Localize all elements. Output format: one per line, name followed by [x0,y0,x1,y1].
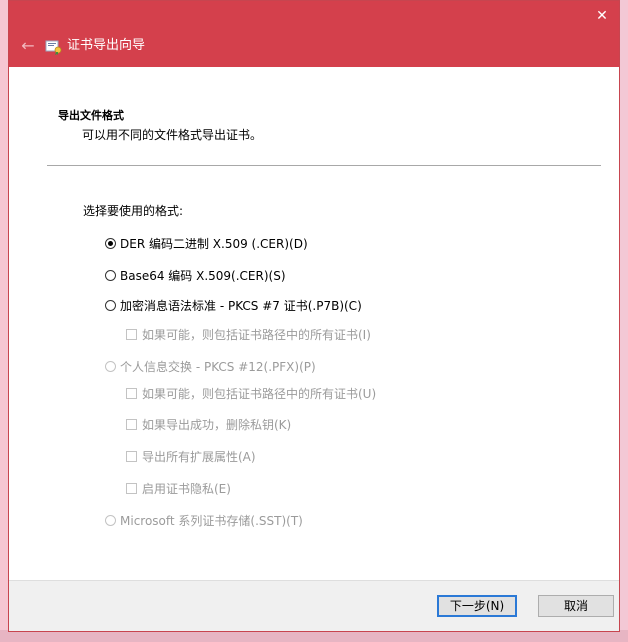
format-prompt: 选择要使用的格式: [83,204,184,218]
desktop-background-left [0,0,8,642]
certificate-export-wizard-window: ✕ ← 证书导出向导 导出文件格式 可以用不同的文件格式导出证书。 选择要使用的… [8,0,620,632]
radio-base64-label: Base64 编码 X.509(.CER)(S) [120,269,286,283]
title-bar: ✕ ← 证书导出向导 [9,1,619,67]
section-title: 导出文件格式 [58,109,124,122]
checkbox-pfx-include-all-label: 如果可能，则包括证书路径中的所有证书(U) [142,387,377,401]
checkbox-pfx-delete-key-label: 如果导出成功，删除私钥(K) [142,418,292,432]
radio-pkcs7[interactable] [105,300,116,311]
radio-sst-label: Microsoft 系列证书存储(.SST)(T) [120,514,303,528]
back-button[interactable]: ← [17,35,39,57]
checkbox-pkcs7-include-all [126,329,137,340]
checkbox-option-pfx-delete-key: 如果导出成功，删除私钥(K) [126,416,291,433]
checkbox-pfx-export-ext-label: 导出所有扩展属性(A) [142,450,256,464]
radio-pfx-label: 个人信息交换 - PKCS #12(.PFX)(P) [120,360,316,374]
close-button[interactable]: ✕ [591,5,613,27]
checkbox-pfx-export-ext [126,451,137,462]
checkbox-option-pfx-enable-privacy: 启用证书隐私(E) [126,480,231,497]
radio-option-pfx: 个人信息交换 - PKCS #12(.PFX)(P) [105,358,316,375]
radio-base64[interactable] [105,270,116,281]
checkbox-pfx-include-all [126,388,137,399]
window-title: 证书导出向导 [67,38,146,53]
radio-der[interactable] [105,238,116,249]
certificate-wizard-icon [45,40,62,55]
radio-der-label: DER 编码二进制 X.509 (.CER)(D) [120,237,308,251]
checkbox-option-pkcs7-include-all: 如果可能，则包括证书路径中的所有证书(I) [126,326,371,343]
wizard-footer: 下一步(N) 取消 [9,580,619,631]
radio-option-pkcs7[interactable]: 加密消息语法标准 - PKCS #7 证书(.P7B)(C) [105,297,362,314]
header-divider [47,165,601,166]
wizard-content: 导出文件格式 可以用不同的文件格式导出证书。 选择要使用的格式: DER 编码二… [9,67,619,631]
checkbox-pkcs7-include-all-label: 如果可能，则包括证书路径中的所有证书(I) [142,328,371,342]
radio-option-base64[interactable]: Base64 编码 X.509(.CER)(S) [105,267,286,284]
checkbox-pfx-delete-key [126,419,137,430]
checkbox-option-pfx-export-ext: 导出所有扩展属性(A) [126,448,256,465]
checkbox-option-pfx-include-all: 如果可能，则包括证书路径中的所有证书(U) [126,385,376,402]
checkbox-pfx-enable-privacy-label: 启用证书隐私(E) [142,482,231,496]
radio-option-der[interactable]: DER 编码二进制 X.509 (.CER)(D) [105,235,308,252]
next-button[interactable]: 下一步(N) [437,595,517,617]
radio-pkcs7-label: 加密消息语法标准 - PKCS #7 证书(.P7B)(C) [120,299,362,313]
cancel-button[interactable]: 取消 [538,595,614,617]
radio-sst [105,515,116,526]
checkbox-pfx-enable-privacy [126,483,137,494]
radio-option-sst: Microsoft 系列证书存储(.SST)(T) [105,512,303,529]
radio-pfx [105,361,116,372]
close-icon: ✕ [596,8,608,24]
back-arrow-icon: ← [21,36,35,55]
desktop-background-right [620,0,628,642]
section-description: 可以用不同的文件格式导出证书。 [82,128,263,142]
